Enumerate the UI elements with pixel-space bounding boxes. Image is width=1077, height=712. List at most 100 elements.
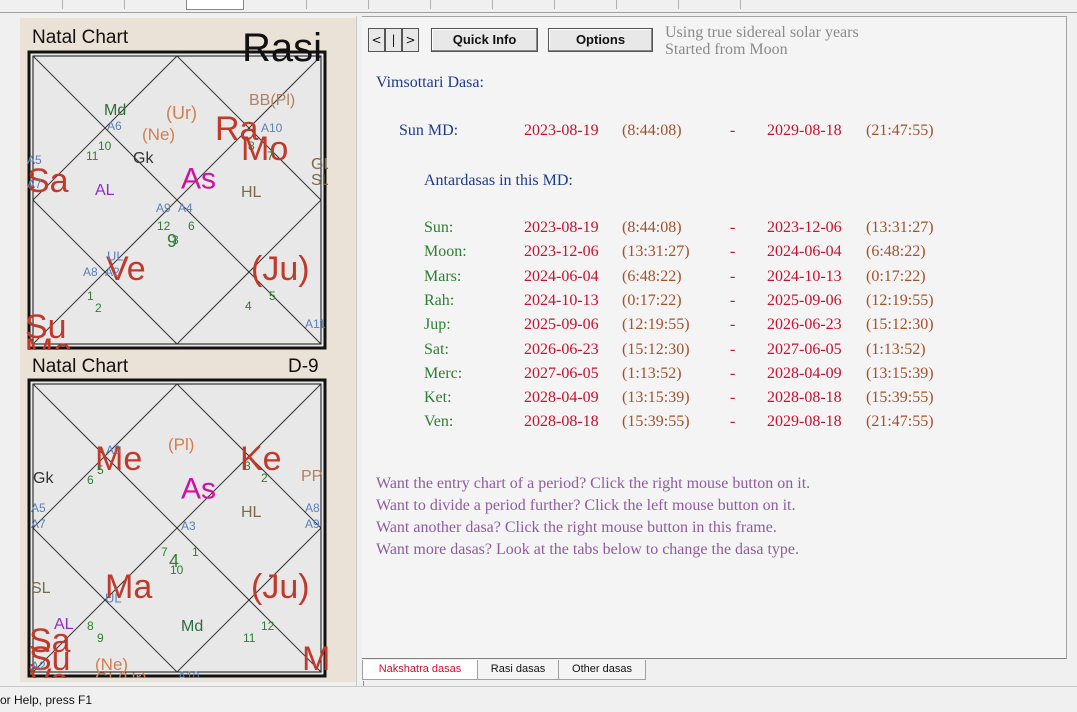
- rasi-chart-item[interactable]: AL: [95, 182, 115, 199]
- d9-chart-item[interactable]: A9: [305, 517, 320, 531]
- rasi-chart-item[interactable]: 1: [87, 289, 94, 303]
- d9-chart-item[interactable]: 8: [87, 619, 94, 633]
- options-button[interactable]: Options: [548, 28, 653, 52]
- top-strip-seg[interactable]: [368, 0, 431, 9]
- rasi-chart-title: Natal Chart: [32, 27, 129, 48]
- rasi-chart-item[interactable]: 3: [172, 233, 179, 247]
- d9-chart-item[interactable]: GL(Ur): [95, 669, 147, 678]
- rasi-chart-item[interactable]: Gk: [133, 150, 154, 167]
- ad-end-date: 2029-08-18: [767, 413, 842, 431]
- ad-end-time: (12:19:55): [866, 291, 934, 309]
- top-strip-seg[interactable]: [0, 0, 63, 9]
- d9-chart-item[interactable]: 6: [87, 473, 94, 487]
- rasi-chart-item[interactable]: 6: [188, 219, 195, 233]
- ad-start-time: (13:31:27): [622, 243, 690, 261]
- rasi-chart-item[interactable]: UL: [107, 249, 124, 264]
- d9-chart-item[interactable]: Gk: [33, 470, 54, 487]
- d9-chart-item[interactable]: A2: [31, 659, 46, 673]
- ad-start-date: 2025-09-06: [524, 316, 599, 334]
- prev-button[interactable]: <: [368, 28, 385, 52]
- md-start-time: (8:44:08): [622, 122, 682, 139]
- rasi-chart-item[interactable]: A8: [83, 265, 98, 279]
- ad-start-time: (15:12:30): [622, 340, 690, 358]
- d9-chart-item[interactable]: UL: [105, 591, 122, 606]
- ad-start-date: 2026-06-23: [524, 340, 599, 358]
- d9-chart-item[interactable]: 2: [261, 471, 268, 485]
- d9-chart-item[interactable]: (Pl): [168, 435, 194, 454]
- top-strip-seg[interactable]: [306, 0, 369, 9]
- rasi-chart-item[interactable]: A9: [156, 201, 171, 215]
- top-strip-seg[interactable]: [492, 0, 555, 9]
- ad-end-date: 2024-10-13: [767, 267, 842, 285]
- d9-chart-item[interactable]: 7: [161, 545, 168, 559]
- middle-button[interactable]: |: [385, 28, 402, 52]
- ad-end-date: 2024-06-04: [767, 243, 842, 261]
- dasa-pane[interactable]: < | > Quick Info Options Using true side…: [362, 16, 1067, 659]
- rasi-chart-item[interactable]: A7: [27, 177, 42, 191]
- ad-separator: -: [730, 340, 736, 358]
- rasi-chart-item[interactable]: 5: [269, 289, 276, 303]
- d9-chart-item[interactable]: A3: [181, 519, 196, 533]
- d9-chart-item[interactable]: Mo: [302, 640, 328, 678]
- tab-rasi-dasas[interactable]: Rasi dasas: [477, 660, 559, 680]
- d9-chart-item[interactable]: AL: [54, 616, 74, 633]
- d9-chart-item[interactable]: A8: [305, 501, 320, 515]
- top-strip-seg[interactable]: [616, 0, 679, 9]
- top-strip-seg[interactable]: [242, 0, 307, 9]
- ad-label: Merc:: [424, 364, 463, 382]
- rasi-chart-item[interactable]: Me: [26, 332, 72, 350]
- top-strip-seg[interactable]: [124, 0, 187, 9]
- rasi-chart-item[interactable]: As: [181, 163, 216, 196]
- quick-info-button[interactable]: Quick Info: [431, 28, 538, 52]
- next-button[interactable]: >: [402, 28, 419, 52]
- rasi-chart-item[interactable]: A2: [105, 265, 120, 279]
- rasi-chart-item[interactable]: SL: [311, 172, 328, 189]
- rasi-chart-item[interactable]: 11: [86, 149, 99, 163]
- tab-other-dasas[interactable]: Other dasas: [558, 660, 646, 680]
- d9-chart-item[interactable]: SL: [31, 580, 51, 597]
- rasi-chart-item[interactable]: (Ju): [251, 250, 310, 288]
- rasi-chart-item[interactable]: 7: [267, 149, 274, 163]
- top-strip-seg-active[interactable]: [186, 0, 244, 10]
- d9-chart-item[interactable]: 10: [170, 563, 184, 577]
- tab-nakshatra-dasas[interactable]: Nakshatra dasas: [362, 660, 478, 680]
- d9-chart-item[interactable]: A10: [178, 669, 200, 678]
- d9-chart-item[interactable]: 3: [244, 459, 251, 473]
- rasi-chart-item[interactable]: GL: [311, 156, 328, 173]
- d9-chart-item[interactable]: As: [181, 473, 216, 506]
- d9-chart-item[interactable]: 11: [243, 631, 256, 645]
- rasi-chart-item[interactable]: Md: [104, 102, 126, 119]
- rasi-chart-item[interactable]: A10: [261, 121, 283, 135]
- d9-chart-item[interactable]: BB: [216, 676, 237, 678]
- rasi-chart[interactable]: Md (Ur) RaBB(Pl)A6 (Ne) MoA1010Gk8711SaA5As G…: [26, 50, 328, 350]
- d9-chart[interactable]: MeA6 (Pl) KeGk 65 32 PPAsA5 HL A8A7 A3 A97 4 1Ma (Ju…: [26, 378, 328, 678]
- d9-chart-item[interactable]: 12: [261, 619, 275, 633]
- rasi-chart-item[interactable]: A6: [107, 119, 122, 133]
- rasi-chart-item[interactable]: 4: [245, 299, 252, 313]
- top-strip-seg[interactable]: [62, 0, 125, 9]
- d9-chart-item[interactable]: (Ju): [251, 568, 310, 606]
- d9-chart-item[interactable]: 5: [97, 463, 104, 477]
- d9-chart-item[interactable]: 9: [97, 631, 104, 645]
- rasi-chart-item[interactable]: A4: [178, 201, 193, 215]
- rasi-chart-item[interactable]: BB(Pl): [249, 92, 295, 109]
- d9-chart-item[interactable]: HL: [241, 504, 262, 521]
- d9-chart-item[interactable]: 1: [192, 545, 199, 559]
- d9-chart-item[interactable]: A5: [31, 501, 46, 515]
- top-strip-seg[interactable]: [678, 0, 741, 9]
- rasi-chart-item[interactable]: 2: [95, 301, 102, 315]
- rasi-chart-item[interactable]: (Ur): [166, 103, 197, 123]
- rasi-chart-item[interactable]: HL: [241, 184, 262, 201]
- rasi-chart-item[interactable]: A11: [305, 317, 326, 331]
- charts-pane[interactable]: Natal Chart Md (Ur) Ra BB(Pl) A6 (Ne) Mo A10 10 G…: [20, 18, 356, 682]
- rasi-chart-item[interactable]: A5: [27, 153, 42, 167]
- d9-chart-item[interactable]: A6: [106, 443, 121, 457]
- rasi-chart-item[interactable]: (Ne): [142, 125, 175, 144]
- top-strip-seg[interactable]: [430, 0, 493, 9]
- rasi-chart-item[interactable]: 8: [248, 139, 255, 153]
- d9-chart-item[interactable]: Md: [181, 618, 203, 635]
- d9-chart-item[interactable]: PP: [301, 468, 322, 485]
- top-strip-seg[interactable]: [554, 0, 617, 9]
- d9-chart-item[interactable]: A7: [31, 517, 46, 531]
- rasi-chart-item[interactable]: 10: [98, 139, 112, 153]
